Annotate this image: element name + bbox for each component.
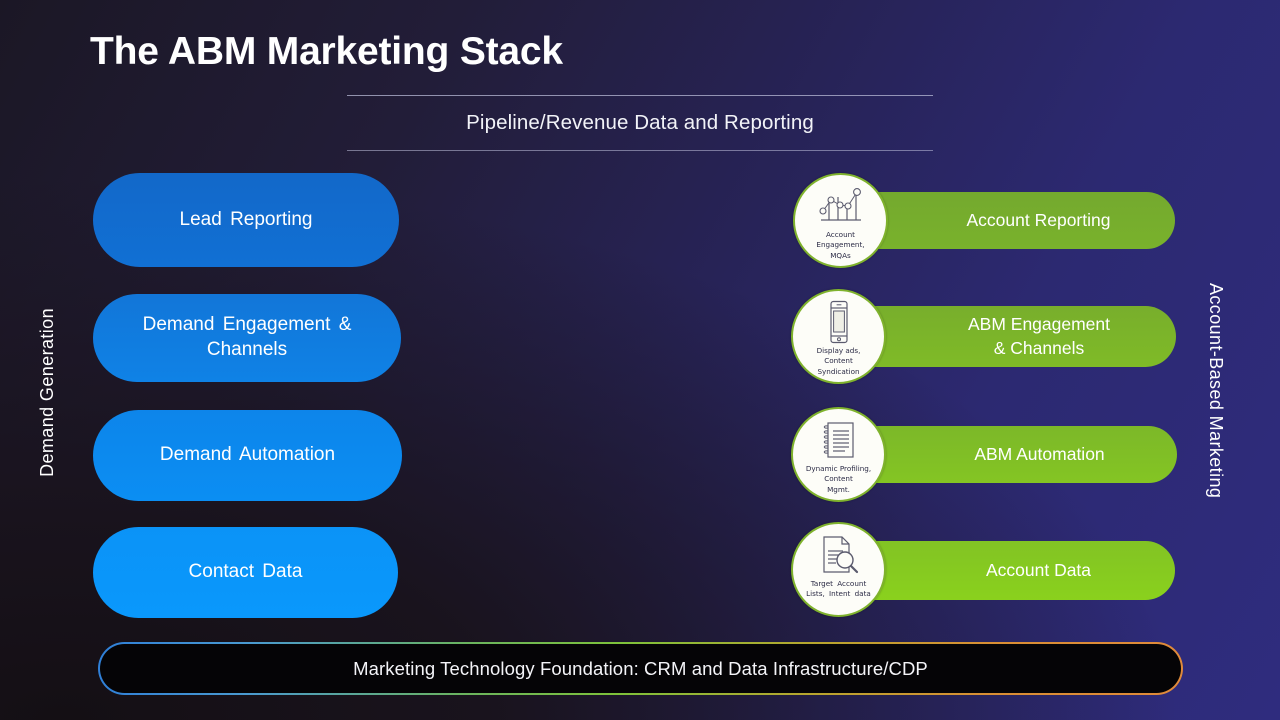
pill-demand-engagement-channels[interactable]: Demand Engagement & Channels [93, 294, 401, 382]
header-band-label: Pipeline/Revenue Data and Reporting [466, 111, 814, 134]
spiral-notepad-icon [819, 418, 859, 462]
pill-lead-reporting[interactable]: Lead Reporting [93, 173, 399, 267]
badge-caption: Account Engagement, MQAs [816, 230, 865, 260]
axis-label-demand-generation: Demand Generation [37, 308, 57, 477]
badge-display-ads[interactable]: Display ads, Content Syndication [791, 289, 886, 384]
axis-label-account-based-marketing: Account-Based Marketing [1206, 283, 1226, 499]
footer-inner: Marketing Technology Foundation: CRM and… [99, 643, 1182, 694]
badge-account-engagement[interactable]: Account Engagement, MQAs [793, 173, 888, 268]
pill-abm-automation[interactable]: ABM Automation [846, 426, 1177, 483]
pill-account-data[interactable]: Account Data [846, 541, 1175, 600]
document-search-icon [817, 533, 861, 577]
bar-line-chart-icon [817, 184, 865, 228]
pill-contact-data[interactable]: Contact Data [93, 527, 398, 618]
pill-account-reporting[interactable]: Account Reporting [846, 192, 1175, 249]
pill-abm-engagement-channels[interactable]: ABM Engagement & Channels [846, 306, 1176, 367]
pill-demand-automation[interactable]: Demand Automation [93, 410, 402, 501]
badge-target-account-lists[interactable]: Target Account Lists, Intent data [791, 522, 886, 617]
page-title: The ABM Marketing Stack [90, 30, 563, 73]
badge-caption: Target Account Lists, Intent data [806, 579, 871, 599]
footer-label: Marketing Technology Foundation: CRM and… [353, 657, 928, 679]
footer-foundation-bar[interactable]: Marketing Technology Foundation: CRM and… [98, 642, 1183, 695]
badge-dynamic-profiling[interactable]: Dynamic Profiling, Content Mgmt. [791, 407, 886, 502]
header-band: Pipeline/Revenue Data and Reporting [347, 95, 933, 151]
badge-caption: Display ads, Content Syndication [816, 346, 861, 376]
slide-canvas: The ABM Marketing Stack Pipeline/Revenue… [0, 0, 1280, 720]
badge-caption: Dynamic Profiling, Content Mgmt. [805, 464, 872, 494]
smartphone-icon [822, 300, 856, 344]
